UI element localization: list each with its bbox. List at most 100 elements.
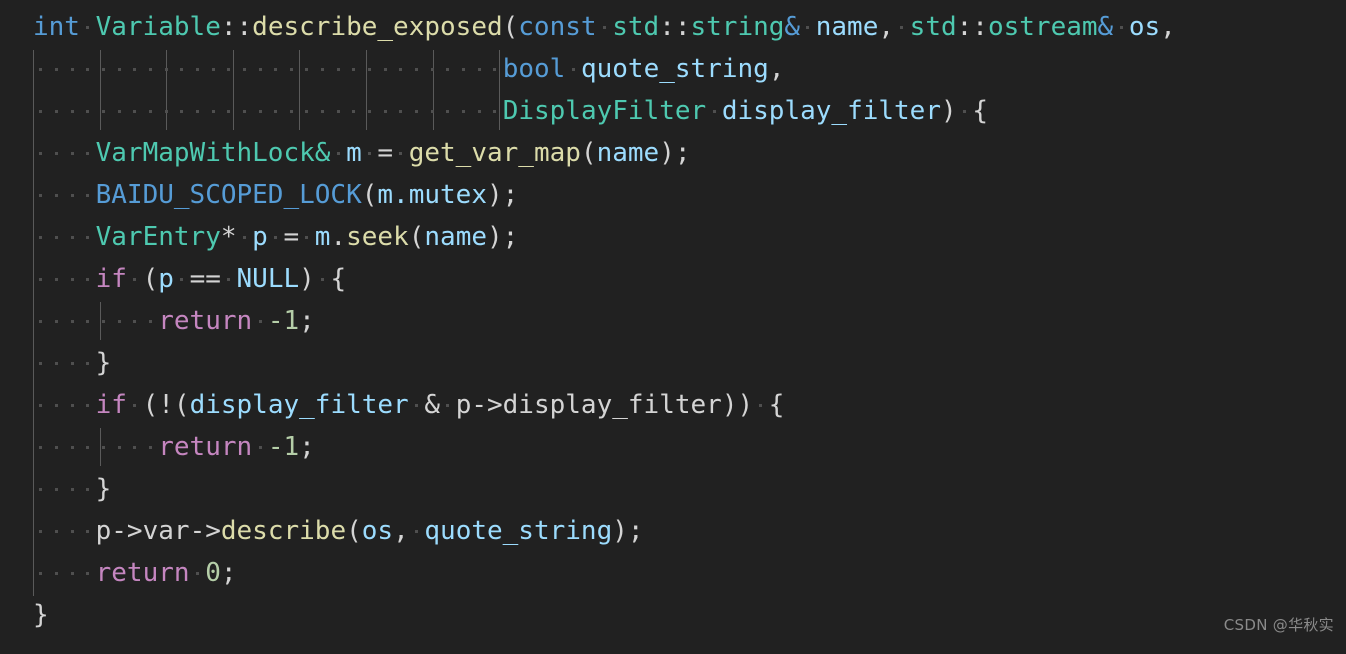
- whitespace-dot: [80, 264, 96, 294]
- code-token: BAIDU_SCOPED_LOCK: [95, 180, 362, 210]
- whitespace-dot: [80, 12, 96, 42]
- whitespace-dot: [174, 54, 190, 84]
- whitespace-dot: [96, 432, 112, 462]
- whitespace-dot: [143, 96, 159, 126]
- code-line[interactable]: }: [33, 594, 1176, 636]
- code-token: Variable: [95, 12, 221, 42]
- whitespace-dot: [64, 264, 80, 294]
- whitespace-dot: [346, 96, 362, 126]
- code-line[interactable]: return -1;: [33, 426, 1176, 468]
- whitespace-dot: [221, 96, 237, 126]
- code-line[interactable]: }: [33, 468, 1176, 510]
- whitespace-dot: [111, 432, 127, 462]
- whitespace-dot: [33, 138, 49, 168]
- csdn-watermark: CSDN @华秋实: [1223, 616, 1334, 634]
- whitespace-dot: [424, 54, 440, 84]
- code-line[interactable]: p->var->describe(os, quote_string);: [33, 510, 1176, 552]
- whitespace-dot: [894, 12, 910, 42]
- whitespace-dot: [346, 54, 362, 84]
- whitespace-dot: [753, 390, 769, 420]
- code-token: ->: [189, 516, 221, 546]
- code-editor[interactable]: int Variable::describe_exposed(const std…: [0, 0, 1346, 654]
- whitespace-dot: [143, 54, 159, 84]
- whitespace-dot: [64, 138, 80, 168]
- whitespace-dot: [268, 96, 284, 126]
- whitespace-dot: [143, 432, 159, 462]
- code-token: ;: [627, 516, 644, 546]
- whitespace-dot: [33, 348, 49, 378]
- whitespace-dot: [565, 54, 581, 84]
- code-token: name: [815, 12, 879, 42]
- whitespace-dot: [80, 222, 96, 252]
- code-token: m: [314, 222, 331, 252]
- whitespace-dot: [471, 96, 487, 126]
- code-token: ): [486, 180, 503, 210]
- code-token: }: [95, 348, 112, 378]
- code-token: os: [361, 516, 394, 546]
- whitespace-dot: [64, 306, 80, 336]
- code-line[interactable]: if (!(display_filter & p->display_filter…: [33, 384, 1176, 426]
- whitespace-dot: [33, 390, 49, 420]
- whitespace-dot: [80, 348, 96, 378]
- whitespace-dot: [49, 54, 65, 84]
- code-token: m: [377, 180, 394, 210]
- code-line[interactable]: VarEntry* p = m.seek(name);: [33, 216, 1176, 258]
- whitespace-dot: [252, 432, 268, 462]
- whitespace-dot: [393, 54, 409, 84]
- whitespace-dot: [33, 180, 49, 210]
- whitespace-dot: [190, 96, 206, 126]
- code-token: (: [346, 516, 362, 546]
- whitespace-dot: [33, 54, 49, 84]
- whitespace-dot: [299, 222, 315, 252]
- whitespace-dot: [440, 54, 456, 84]
- code-token: if: [95, 264, 127, 294]
- code-line[interactable]: BAIDU_SCOPED_LOCK(m.mutex);: [33, 174, 1176, 216]
- code-line[interactable]: return -1;: [33, 300, 1176, 342]
- whitespace-dot: [362, 138, 378, 168]
- whitespace-dot: [409, 390, 425, 420]
- whitespace-dot: [284, 54, 300, 84]
- whitespace-dot: [127, 264, 143, 294]
- whitespace-dot: [111, 54, 127, 84]
- code-token: {: [330, 264, 347, 294]
- whitespace-dot: [49, 558, 65, 588]
- code-token: name: [424, 222, 488, 252]
- code-token: p: [252, 222, 268, 252]
- code-line[interactable]: int Variable::describe_exposed(const std…: [33, 6, 1176, 48]
- code-token: ;: [299, 306, 315, 336]
- whitespace-dot: [49, 306, 65, 336]
- whitespace-dot: [80, 558, 96, 588]
- code-token: const: [518, 12, 597, 42]
- code-token: ->: [471, 390, 503, 420]
- whitespace-dot: [80, 138, 96, 168]
- whitespace-dot: [127, 96, 143, 126]
- code-token: describe_exposed: [252, 12, 503, 42]
- code-token: p: [455, 390, 472, 420]
- code-line[interactable]: bool quote_string,: [33, 48, 1176, 90]
- whitespace-dot: [409, 54, 425, 84]
- code-line[interactable]: VarMapWithLock& m = get_var_map(name);: [33, 132, 1176, 174]
- whitespace-dot: [190, 54, 206, 84]
- code-line[interactable]: }: [33, 342, 1176, 384]
- whitespace-dot: [393, 96, 409, 126]
- code-line[interactable]: DisplayFilter display_filter) {: [33, 90, 1176, 132]
- code-token: p: [158, 264, 174, 294]
- code-token: -1: [267, 306, 300, 336]
- code-token: ;: [674, 138, 691, 168]
- code-token: ;: [220, 558, 237, 588]
- whitespace-dot: [362, 96, 378, 126]
- code-token: {: [768, 390, 785, 420]
- code-token: VarMapWithLock: [95, 138, 315, 168]
- code-token: var: [142, 516, 190, 546]
- code-token: return: [158, 432, 253, 462]
- code-content[interactable]: int Variable::describe_exposed(const std…: [33, 6, 1176, 636]
- code-line[interactable]: if (p == NULL) {: [33, 258, 1176, 300]
- whitespace-dot: [237, 54, 253, 84]
- whitespace-dot: [174, 96, 190, 126]
- code-token: display_filter: [189, 390, 409, 420]
- whitespace-dot: [49, 222, 65, 252]
- code-line[interactable]: return 0;: [33, 552, 1176, 594]
- whitespace-dot: [237, 222, 253, 252]
- code-token: display_filter: [721, 96, 941, 126]
- code-token: &: [784, 12, 801, 42]
